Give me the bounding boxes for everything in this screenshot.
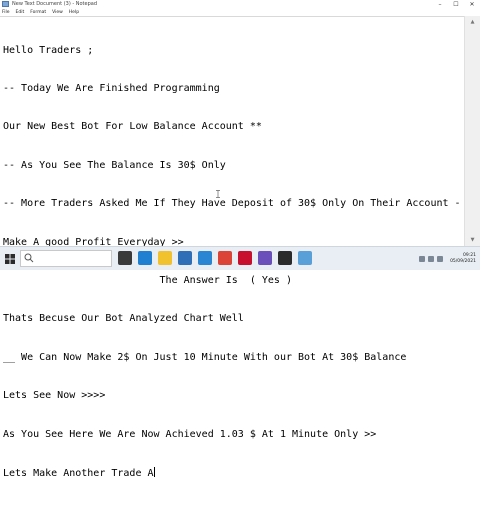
window-title: New Text Document (3) - Notepad [12, 1, 98, 7]
search-icon [24, 253, 34, 263]
ibeam-cursor-icon [216, 190, 220, 198]
taskbar-search-box[interactable] [20, 250, 112, 267]
window-controls: – ☐ ✕ [432, 0, 480, 9]
menu-file[interactable]: File [2, 9, 10, 16]
text-line: -- Today We Are Finished Programming [3, 82, 220, 94]
text-line: -- More Traders Asked Me If They Have De… [3, 198, 480, 210]
app-icon-2[interactable] [258, 251, 272, 265]
menu-view[interactable]: View [52, 9, 63, 16]
text-line: Thats Becuse Our Bot Analyzed Chart Well [3, 313, 244, 325]
text-line-last: Lets Make Another Trade A [3, 466, 463, 480]
text-line-content: Lets Make Another Trade A [3, 467, 154, 479]
scroll-down-icon[interactable]: ▼ [465, 234, 480, 246]
scroll-up-icon[interactable]: ▲ [465, 16, 480, 28]
text-editor[interactable]: Hello Traders ; -- Today We Are Finished… [0, 16, 480, 479]
menu-help[interactable]: Help [69, 9, 79, 16]
menu-format[interactable]: Format [30, 9, 46, 16]
text-line: -- As You See The Balance Is 30$ Only [3, 159, 226, 171]
app-icon-3[interactable] [278, 251, 292, 265]
close-button[interactable]: ✕ [464, 0, 480, 9]
title-bar: New Text Document (3) - Notepad – ☐ ✕ [0, 0, 480, 9]
store-icon[interactable] [178, 251, 192, 265]
minimize-button[interactable]: – [432, 0, 448, 9]
chrome-icon[interactable] [218, 251, 232, 265]
windows-logo-icon [5, 254, 15, 264]
text-line: Lets See Now >>>> [3, 390, 106, 402]
notepad-icon [2, 1, 9, 7]
text-line: Hello Traders ; [3, 44, 94, 56]
system-tray: 09:21 05/09/2021 [419, 249, 476, 269]
text-caret [153, 466, 155, 477]
volume-icon[interactable] [428, 256, 435, 262]
menu-bar: File Edit Format View Help [0, 9, 480, 16]
text-line: The Answer Is ( Yes ) [3, 274, 292, 286]
menu-edit[interactable]: Edit [16, 9, 25, 16]
network-icon[interactable] [419, 256, 426, 262]
mail-icon[interactable] [198, 251, 212, 265]
vertical-scrollbar[interactable]: ▲ ▼ [464, 16, 480, 246]
start-button[interactable] [2, 251, 18, 267]
taskbar-clock[interactable]: 09:21 05/09/2021 [450, 253, 476, 265]
task-view-icon[interactable] [118, 251, 132, 265]
text-line: As You See Here We Are Now Achieved 1.03… [3, 428, 377, 440]
notepad-icon[interactable] [298, 251, 312, 265]
language-icon[interactable] [437, 256, 444, 262]
edge-icon[interactable] [138, 251, 152, 265]
text-line: __ We Can Now Make 2$ On Just 10 Minute … [3, 351, 407, 363]
file-explorer-icon[interactable] [158, 251, 172, 265]
app-icon-1[interactable] [238, 251, 252, 265]
taskbar: 09:21 05/09/2021 [0, 246, 480, 270]
text-line: Our New Best Bot For Low Balance Account… [3, 121, 262, 133]
maximize-button[interactable]: ☐ [448, 0, 464, 9]
clock-date: 05/09/2021 [450, 259, 476, 264]
